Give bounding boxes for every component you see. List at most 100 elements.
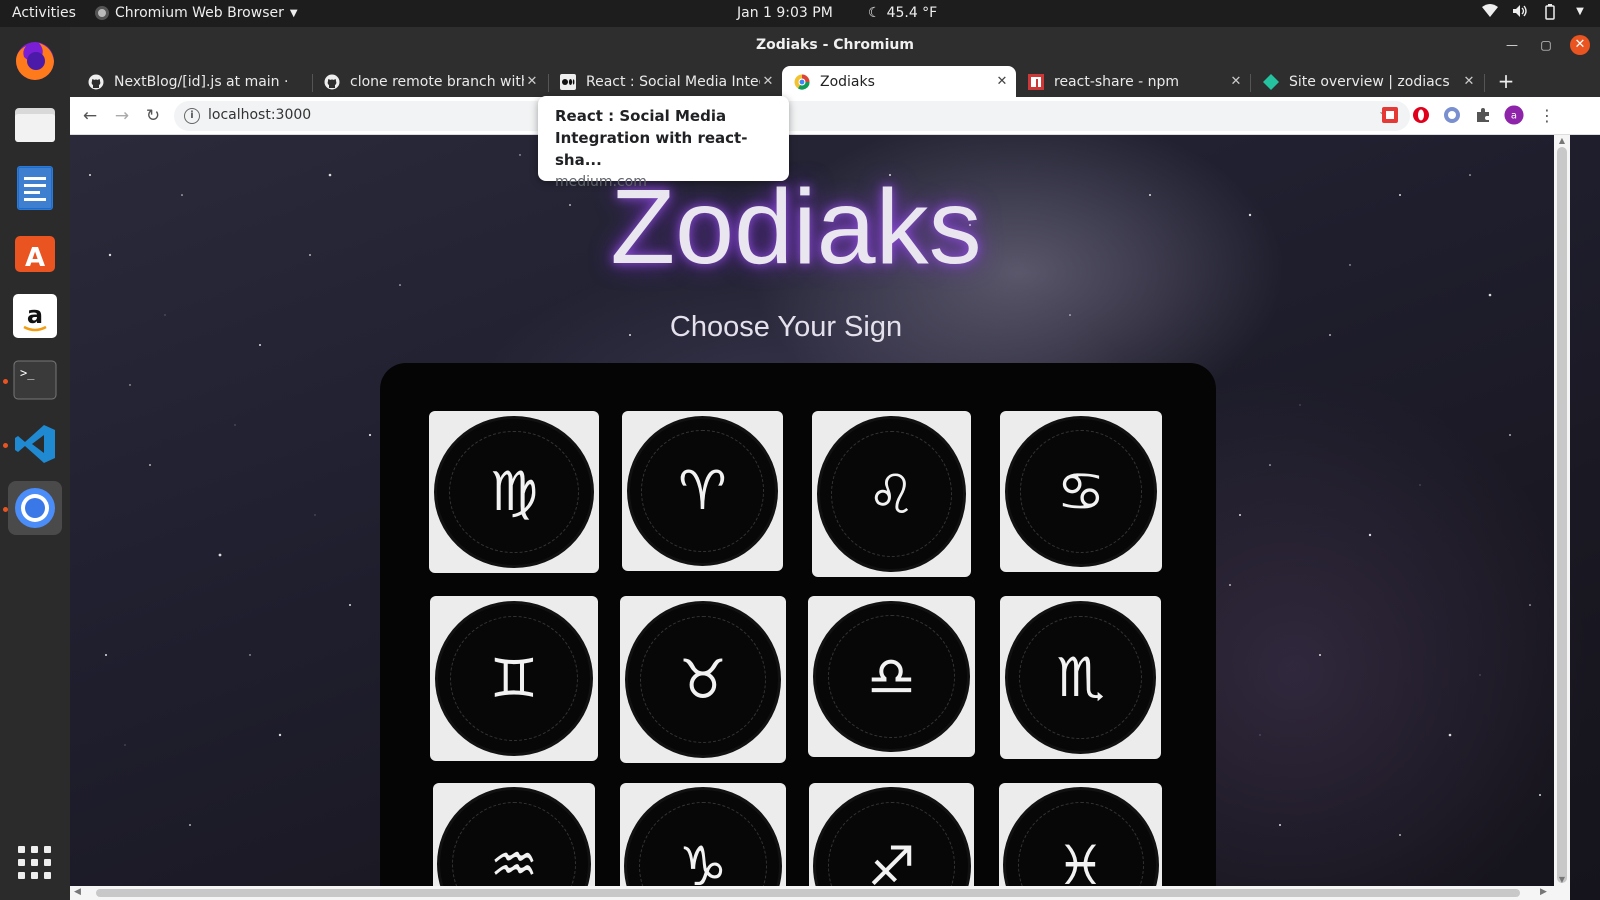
close-tab-icon[interactable]: ✕	[1228, 74, 1244, 89]
tab-clone-remote[interactable]: clone remote branch with ✕	[312, 66, 546, 97]
close-tab-icon[interactable]: ✕	[1461, 74, 1477, 89]
dock-writer[interactable]	[8, 161, 62, 215]
extension-blue-icon[interactable]	[1442, 105, 1462, 125]
dock-chromium[interactable]	[8, 481, 62, 535]
sign-card-pisces[interactable]: ♓	[999, 783, 1162, 900]
vscode-icon	[15, 425, 55, 463]
folder-icon	[15, 108, 55, 142]
firefox-icon	[16, 42, 54, 80]
dock-amazon[interactable]: a	[8, 289, 62, 343]
taurus-icon: ♉	[624, 601, 782, 758]
sign-card-leo[interactable]: ♌	[812, 411, 971, 577]
new-tab-button[interactable]: +	[1493, 68, 1519, 94]
dock-vscode[interactable]	[8, 417, 62, 471]
clock[interactable]: Jan 1 9:03 PM	[737, 5, 833, 21]
battery-icon	[1542, 4, 1558, 20]
sign-card-scorpio[interactable]: ♏	[1000, 596, 1161, 759]
reload-icon[interactable]: ↻	[141, 104, 165, 128]
sign-card-virgo[interactable]: ♍	[429, 411, 599, 573]
cancer-icon: ♋	[1004, 415, 1158, 568]
close-tab-icon[interactable]: ✕	[760, 74, 776, 89]
tab-react-share-npm[interactable]: react-share - npm ✕	[1016, 66, 1250, 97]
page-viewport: Zodiaks Choose Your Sign ♍ ♈ ♌ ♋ ♊ ♉ ♎ ♏…	[70, 135, 1600, 900]
address-bar-url[interactable]: localhost:3000	[208, 107, 311, 123]
sign-card-aries[interactable]: ♈	[622, 411, 783, 571]
horizontal-scrollbar[interactable]: ◀ ▶	[70, 886, 1554, 900]
close-tab-icon[interactable]: ✕	[524, 74, 540, 89]
scroll-left-arrow-icon[interactable]: ◀	[74, 887, 81, 897]
netlify-icon	[1263, 73, 1279, 90]
app-menu-label: Chromium Web Browser	[115, 5, 284, 21]
virgo-icon: ♍	[434, 415, 594, 569]
app-menu[interactable]: Chromium Web Browser ▼	[95, 5, 298, 21]
aries-icon: ♈	[626, 415, 779, 567]
sign-grid-panel: ♍ ♈ ♌ ♋ ♊ ♉ ♎ ♏ ♒ ♑ ♐ ♓	[380, 363, 1216, 900]
dock-terminal[interactable]: >_	[8, 353, 62, 407]
close-tab-icon[interactable]: ✕	[994, 74, 1010, 89]
close-window-icon[interactable]: ✕	[1570, 35, 1590, 55]
tab-hover-tooltip: React : Social Media Integration with re…	[538, 96, 789, 190]
dock-firefox[interactable]	[8, 33, 62, 87]
browser-toolbar: ← → ↻ i localhost:3000 ☆ a ⋮	[70, 97, 1600, 135]
sign-card-capricorn[interactable]: ♑	[620, 783, 786, 900]
horizontal-scrollbar-thumb[interactable]	[96, 889, 1520, 897]
svg-text:a: a	[27, 301, 43, 329]
opera-extension-icon[interactable]	[1411, 105, 1431, 125]
show-applications-icon[interactable]	[18, 846, 52, 880]
extension-red-icon[interactable]	[1380, 105, 1400, 125]
profile-avatar[interactable]: a	[1504, 105, 1524, 125]
weather-icon: ☾	[868, 5, 881, 21]
chromium-app-icon	[95, 6, 109, 20]
github-icon	[324, 74, 340, 90]
terminal-icon: >_	[13, 360, 57, 400]
running-indicator	[3, 379, 8, 384]
dock: A a >_	[0, 27, 70, 900]
back-arrow-icon[interactable]: ←	[78, 104, 102, 128]
tab-nextblog[interactable]: NextBlog/[id].js at main ·	[76, 66, 310, 97]
document-writer-icon	[17, 166, 53, 210]
scroll-down-arrow-icon[interactable]: ▼	[1554, 875, 1570, 884]
svg-text:A: A	[25, 243, 45, 273]
browser-window: Zodiaks - Chromium — ▢ ✕ NextBlog/[id].j…	[70, 27, 1600, 900]
medium-icon	[560, 73, 576, 90]
weather-indicator[interactable]: ☾ 45.4 °F	[868, 5, 937, 21]
maximize-icon[interactable]: ▢	[1536, 35, 1556, 55]
forward-arrow-icon[interactable]: →	[110, 104, 134, 128]
tab-separator	[1484, 74, 1485, 92]
scroll-up-arrow-icon[interactable]: ▲	[1554, 136, 1570, 145]
running-indicator	[3, 443, 8, 448]
tooltip-title: React : Social Media Integration with re…	[555, 107, 748, 169]
activities-button[interactable]: Activities	[12, 5, 76, 21]
leo-icon: ♌	[816, 415, 967, 573]
site-info-icon[interactable]: i	[184, 108, 200, 124]
tab-site-overview[interactable]: Site overview | zodiacs ✕	[1251, 66, 1483, 97]
dock-software[interactable]: A	[8, 225, 62, 279]
power-menu-icon: ▼	[1576, 6, 1584, 17]
system-tray[interactable]: ▼	[1482, 4, 1588, 20]
sign-card-sagittarius[interactable]: ♐	[809, 783, 974, 900]
sign-card-aquarius[interactable]: ♒	[433, 783, 595, 900]
tab-strip: NextBlog/[id].js at main · clone remote …	[70, 63, 1600, 97]
dock-files[interactable]	[8, 97, 62, 151]
github-icon	[88, 74, 104, 90]
volume-icon	[1512, 4, 1528, 20]
sign-card-taurus[interactable]: ♉	[620, 596, 786, 763]
pisces-icon: ♓	[1002, 787, 1159, 900]
vertical-scrollbar-thumb[interactable]	[1557, 147, 1567, 883]
minimize-icon[interactable]: —	[1502, 35, 1522, 55]
sign-card-gemini[interactable]: ♊	[430, 596, 598, 761]
more-menu-icon[interactable]: ⋮	[1537, 105, 1557, 125]
sign-card-libra[interactable]: ♎	[808, 596, 975, 757]
chromium-icon	[15, 488, 55, 528]
svg-text:>_: >_	[20, 366, 35, 380]
tab-react-social[interactable]: React : Social Media Integ ✕	[548, 66, 782, 97]
scroll-right-arrow-icon[interactable]: ▶	[1540, 887, 1547, 897]
sign-card-cancer[interactable]: ♋	[1000, 411, 1162, 572]
address-bar[interactable]: i localhost:3000 ☆	[174, 101, 1410, 131]
chromium-icon	[794, 74, 810, 90]
wifi-icon	[1482, 4, 1498, 20]
tab-zodiaks[interactable]: Zodiaks ✕	[782, 66, 1016, 97]
extensions-puzzle-icon[interactable]	[1473, 105, 1493, 125]
vertical-scrollbar[interactable]: ▲ ▼	[1554, 135, 1570, 900]
software-store-icon: A	[15, 236, 55, 273]
